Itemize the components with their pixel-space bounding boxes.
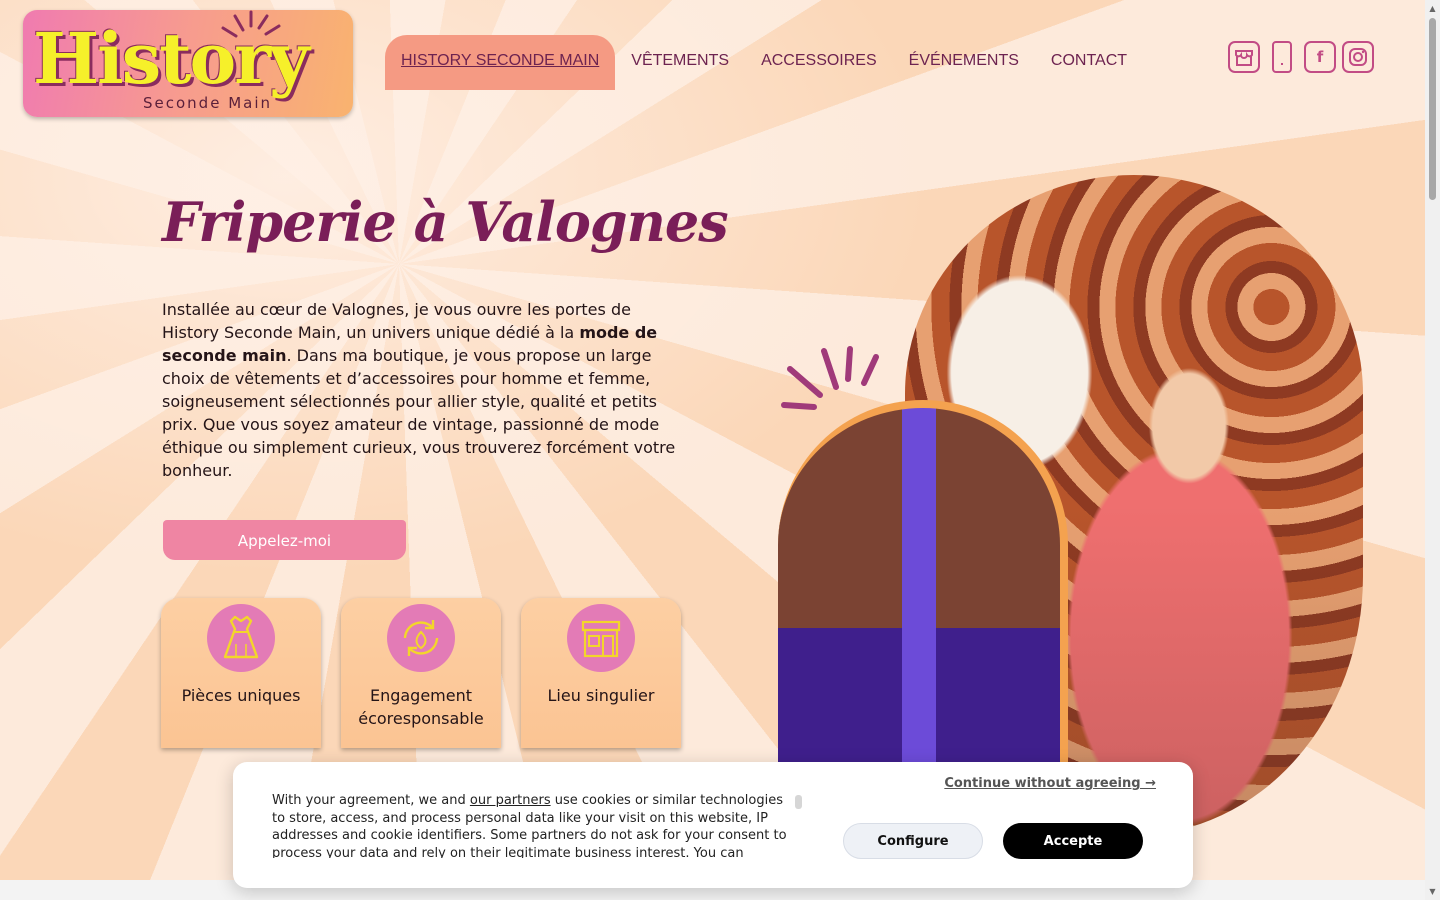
configure-button[interactable]: Configure <box>843 823 983 859</box>
hero-title: Friperie à Valognes <box>162 190 729 254</box>
shop-icon[interactable] <box>1228 41 1260 73</box>
social-links: f <box>1228 41 1374 73</box>
phone-icon[interactable] <box>1272 41 1292 73</box>
hero-text-part1: Installée au cœur de Valognes, je vous o… <box>162 300 631 342</box>
facebook-icon[interactable]: f <box>1304 41 1336 73</box>
logo-wordmark: History <box>33 17 310 100</box>
clothing-mannequin-photo <box>778 400 1068 808</box>
nav-item-accessoires[interactable]: ACCESSOIRES <box>745 35 893 90</box>
scrollbar-thumb[interactable] <box>1429 18 1436 200</box>
call-me-button[interactable]: Appelez-moi <box>163 520 406 560</box>
cookie-text-scrollbar[interactable] <box>795 795 802 809</box>
scroll-up-icon[interactable]: ▲ <box>1427 3 1438 14</box>
cookie-text-before: With your agreement, we and <box>272 793 470 808</box>
scroll-down-icon[interactable]: ▼ <box>1427 886 1438 897</box>
accept-button[interactable]: Accepte <box>1003 823 1143 859</box>
feature-card: Pièces uniques <box>161 598 321 748</box>
facebook-glyph: f <box>1316 48 1324 66</box>
sparkle-decoration-icon <box>781 346 879 410</box>
main-nav: HISTORY SECONDE MAIN VÊTEMENTS ACCESSOIR… <box>385 35 1143 90</box>
feature-card: Lieu singulier <box>521 598 681 748</box>
cookie-banner: With your agreement, we and our partners… <box>233 762 1193 888</box>
instagram-icon[interactable] <box>1342 41 1374 73</box>
cookie-consent-text: With your agreement, we and our partners… <box>272 792 792 858</box>
nav-item-history-seconde-main[interactable]: HISTORY SECONDE MAIN <box>385 35 616 90</box>
feature-label: Lieu singulier <box>547 686 655 705</box>
dress-icon <box>207 604 275 672</box>
nav-item-evenements[interactable]: ÉVÉNEMENTS <box>893 35 1035 90</box>
continue-without-agreeing-link[interactable]: Continue without agreeing → <box>944 776 1156 791</box>
our-partners-link[interactable]: our partners <box>470 793 551 808</box>
page-scrollbar[interactable]: ▲ ▼ <box>1425 0 1440 900</box>
features-list: Pièces uniques Engagement écoresponsable… <box>161 598 681 748</box>
feature-card: Engagement écoresponsable <box>341 598 501 748</box>
logo[interactable]: History Seconde Main <box>23 10 353 117</box>
hero-description: Installée au cœur de Valognes, je vous o… <box>162 298 677 482</box>
logo-subtitle: Seconde Main <box>143 94 273 112</box>
eco-recycle-icon <box>387 604 455 672</box>
nav-item-vetements[interactable]: VÊTEMENTS <box>615 35 745 90</box>
nav-item-contact[interactable]: CONTACT <box>1035 35 1143 90</box>
feature-label: Pièces uniques <box>181 686 301 705</box>
hero-text-part2: . Dans ma boutique, je vous propose un l… <box>162 346 676 480</box>
feature-label: Engagement écoresponsable <box>358 686 484 728</box>
shop-front-icon <box>567 604 635 672</box>
